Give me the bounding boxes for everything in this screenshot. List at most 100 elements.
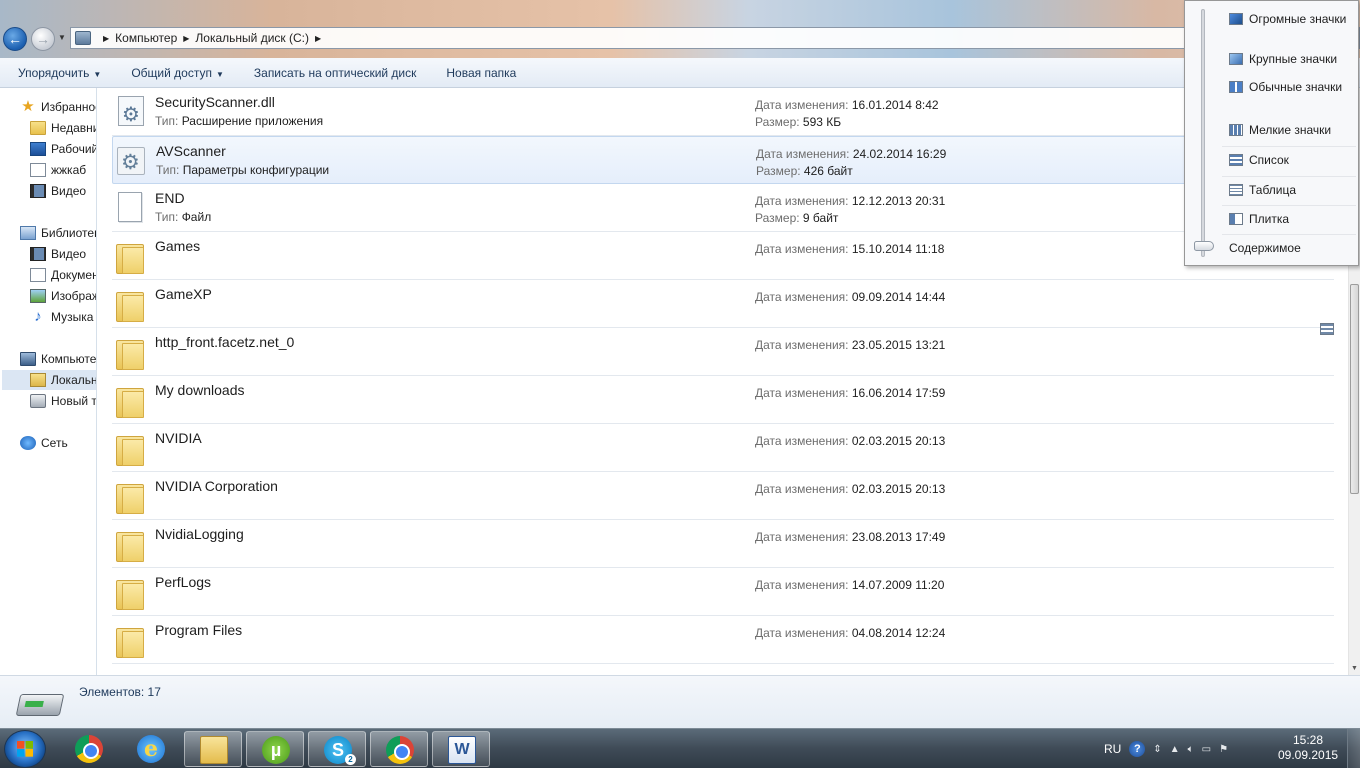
modified-date: Дата изменения: 24.02.2014 16:29 — [756, 147, 946, 161]
volume-icon[interactable]: 🔈︎ — [1188, 744, 1194, 755]
back-button[interactable]: ← — [3, 27, 27, 51]
chevron-right-icon[interactable]: ▶ — [183, 34, 189, 43]
network-icon — [20, 436, 36, 450]
file-name: NvidiaLogging — [155, 526, 244, 542]
tray-arrows-icon[interactable]: ⇕ — [1153, 744, 1161, 755]
start-button[interactable] — [4, 730, 46, 768]
help-icon[interactable]: ? — [1129, 741, 1146, 757]
forward-button[interactable]: → — [31, 27, 55, 51]
taskbar-explorer[interactable] — [184, 731, 242, 767]
folder-row[interactable]: NVIDIA Corporation Дата изменения: 02.03.… — [112, 472, 1334, 520]
modified-value: 16.06.2014 17:59 — [851, 386, 946, 400]
file-name: AVScanner — [156, 143, 226, 159]
sidebar-item-documents[interactable]: Документы — [30, 265, 96, 285]
sidebar-item-video-favorite[interactable]: Видео — [30, 181, 86, 201]
breadcrumb-computer[interactable]: Компьютер — [115, 31, 177, 45]
language-indicator[interactable]: RU — [1104, 742, 1121, 756]
file-size: Размер: 593 КБ — [755, 115, 841, 129]
system-tray: RU ? ⇕ ▲ 🔈︎ ▭ ⚑ — [1104, 729, 1236, 768]
view-slider-thumb[interactable] — [1194, 241, 1214, 251]
modified-date: Дата изменения: 12.12.2013 20:31 — [755, 194, 945, 208]
sidebar-item-local-disk[interactable]: Локальный диск (C:) — [2, 370, 96, 390]
modified-value: 16.01.2014 8:42 — [851, 98, 939, 112]
file-icon — [118, 192, 142, 222]
breadcrumb-local-disk[interactable]: Локальный диск (C:) — [195, 31, 309, 45]
file-row[interactable]: SecurityScanner.dll Тип: Расширение прило… — [112, 88, 1334, 136]
show-desktop-button[interactable] — [1347, 729, 1360, 768]
type-label: Тип: — [156, 163, 180, 177]
scroll-down-arrow-icon[interactable]: ▼ — [1351, 665, 1358, 672]
huge-icons-icon — [1229, 13, 1243, 25]
taskbar-utorrent[interactable]: µ — [246, 731, 304, 767]
view-normal-icons[interactable]: Обычные значки — [1222, 74, 1356, 100]
modified-value: 14.07.2009 11:20 — [851, 578, 945, 592]
sidebar-item-custom[interactable]: жжкаб — [30, 160, 86, 180]
organize-button[interactable]: Упорядочить ▼ — [18, 66, 101, 80]
file-row[interactable]: END Тип: Файл Дата изменения: 12.12.2013 2… — [112, 184, 1334, 232]
sidebar-item-new-volume[interactable]: Новый том — [30, 391, 96, 411]
view-tiles[interactable]: Плитка — [1222, 205, 1356, 231]
taskbar-internet-explorer[interactable]: e — [122, 731, 180, 767]
file-name: Games — [155, 238, 201, 254]
command-bar: Упорядочить ▼ Общий доступ ▼ Записать на о… — [0, 58, 1360, 88]
libraries-icon — [20, 226, 36, 240]
folder-row[interactable]: Games Дата изменения: 15.10.2014 11:18 — [112, 232, 1334, 280]
share-button[interactable]: Общий доступ ▼ — [131, 66, 224, 80]
burn-disc-button[interactable]: Записать на оптический диск — [254, 66, 417, 80]
modified-label: Дата изменения: — [755, 290, 849, 304]
taskbar-chrome-2[interactable] — [370, 731, 428, 767]
show-hidden-icons-icon[interactable]: ▲ — [1170, 744, 1180, 755]
new-folder-button[interactable]: Новая папка — [446, 66, 516, 80]
network-status-icon[interactable]: ▭ — [1202, 744, 1211, 755]
view-size-slider[interactable] — [1201, 9, 1205, 257]
taskbar-chrome[interactable] — [60, 731, 118, 767]
video-icon — [30, 184, 46, 198]
details-view-icon — [1229, 183, 1243, 196]
details-pane: Элементов: 17 — [0, 675, 1360, 728]
view-table[interactable]: Таблица — [1222, 176, 1356, 202]
sidebar-item-favorites[interactable]: ★ Избранное — [20, 97, 96, 117]
chevron-right-icon[interactable]: ▶ — [103, 34, 109, 43]
file-name: My downloads — [155, 382, 245, 398]
folder-row[interactable]: GameXP Дата изменения: 09.09.2014 14:44 — [112, 280, 1334, 328]
sidebar-item-music[interactable]: ♪ Музыка — [30, 307, 93, 327]
file-name: GameXP — [155, 286, 212, 302]
sidebar-item-computer[interactable]: Компьютер — [20, 349, 96, 369]
address-bar[interactable]: ▶ Компьютер ▶ Локальный диск (C:) ▶ — [70, 27, 1360, 49]
file-name: PerfLogs — [155, 574, 212, 590]
modified-label: Дата изменения: — [755, 98, 849, 112]
recent-pages-dropdown[interactable]: ▼ — [58, 33, 66, 42]
action-center-icon[interactable]: ⚑ — [1219, 744, 1228, 755]
sidebar-item-recent[interactable]: Недавние места — [30, 118, 96, 138]
sidebar-item-desktop[interactable]: Рабочий стол — [30, 139, 96, 159]
sidebar-item-network[interactable]: Сеть — [20, 433, 68, 453]
config-file-icon — [117, 147, 145, 175]
sidebar-item-pictures[interactable]: Изображения — [30, 286, 96, 306]
folder-row[interactable]: http_front.facetz.net_0 Дата изменения: 2… — [112, 328, 1334, 376]
folder-row[interactable]: My downloads Дата изменения: 16.06.2014 1… — [112, 376, 1334, 424]
music-icon: ♪ — [34, 308, 42, 325]
folder-row[interactable]: NVIDIA Дата изменения: 02.03.2015 20:13 — [112, 424, 1334, 472]
taskbar-skype[interactable]: S2 — [308, 731, 366, 767]
file-name: END — [155, 190, 185, 206]
modified-label: Дата изменения: — [755, 530, 849, 544]
file-row[interactable]: AVScanner Тип: Параметры конфигурации Дата… — [112, 136, 1334, 184]
clock[interactable]: 15:28 09.09.2015 — [1278, 733, 1338, 763]
view-large-icons[interactable]: Крупные значки — [1222, 46, 1356, 72]
folder-row[interactable]: NvidiaLogging Дата изменения: 23.08.2013 … — [112, 520, 1334, 568]
sidebar-item-lib-video[interactable]: Видео — [30, 244, 86, 264]
sidebar-item-libraries[interactable]: Библиотеки — [20, 223, 96, 243]
documents-icon — [30, 268, 46, 282]
taskbar-word[interactable]: W — [432, 731, 490, 767]
view-huge-icons[interactable]: Огромные значки — [1222, 6, 1356, 32]
scrollbar-thumb[interactable] — [1350, 284, 1359, 494]
folder-row[interactable]: Program Files Дата изменения: 04.08.2014 … — [112, 616, 1334, 664]
view-small-icons[interactable]: Мелкие значки — [1222, 117, 1356, 143]
chrome-icon — [75, 735, 103, 763]
chevron-right-icon[interactable]: ▶ — [315, 34, 321, 43]
modified-value: 24.02.2014 16:29 — [852, 147, 947, 161]
type-value: Файл — [181, 210, 212, 224]
folder-row[interactable]: PerfLogs Дата изменения: 14.07.2009 11:20 — [112, 568, 1334, 616]
view-content[interactable]: Содержимое — [1222, 234, 1356, 335]
view-list[interactable]: Список — [1222, 146, 1356, 172]
